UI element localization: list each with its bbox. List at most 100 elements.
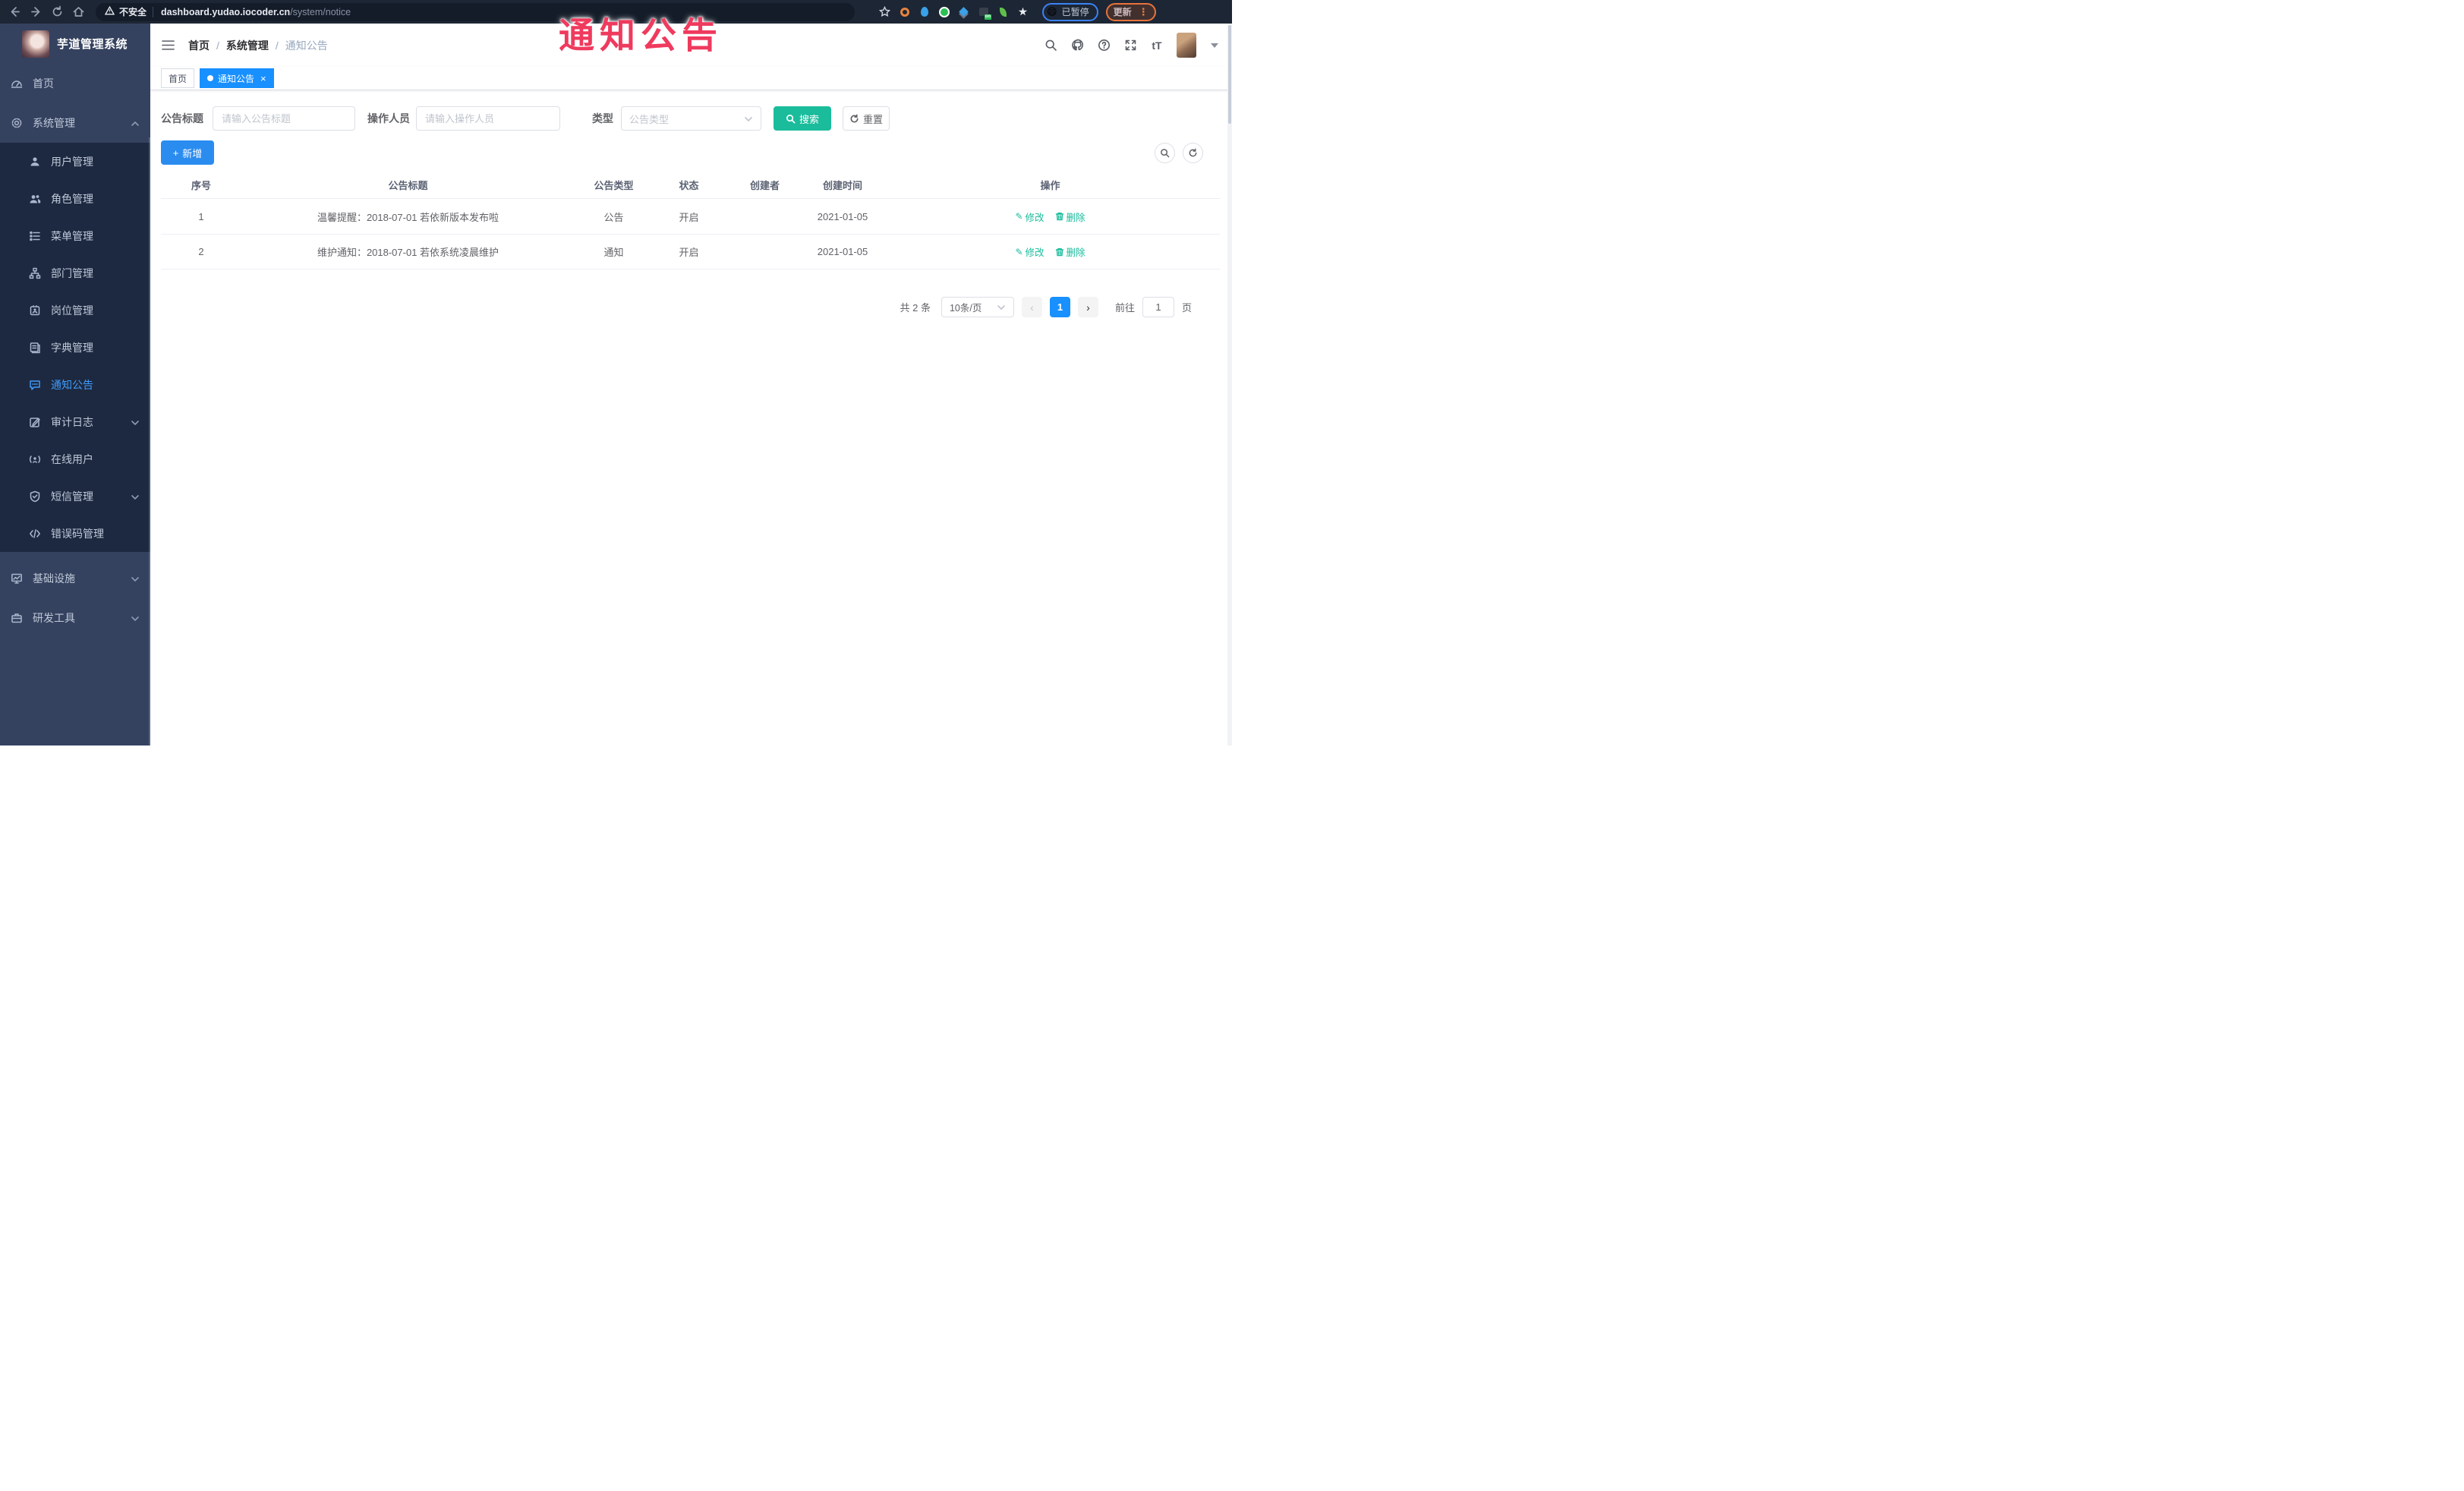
sidebar-item-label: 用户管理 (51, 155, 93, 168)
search-button[interactable]: 搜索 (774, 106, 831, 131)
scrollbar-thumb[interactable] (1228, 25, 1231, 124)
col-actions: 操作 (1040, 179, 1060, 191)
sidebar-item-menus[interactable]: 菜单管理 (0, 217, 150, 254)
browser-update-button[interactable]: 更新 ⋮ (1105, 2, 1156, 21)
edit-link[interactable]: ✎ 修改 (1015, 244, 1044, 259)
pagination: 共 2 条 10条/页 ‹ 1 › 前往 页 (161, 297, 1221, 317)
address-bar[interactable]: 不安全 dashboard.yudao.iocoder.cn /system/n… (96, 2, 855, 21)
font-size-icon[interactable]: tT (1150, 39, 1164, 52)
main-scrollbar[interactable] (1227, 24, 1232, 746)
badge-icon (29, 304, 41, 317)
browser-back-icon[interactable] (8, 5, 21, 18)
sidebar-item-notice[interactable]: 通知公告 (0, 366, 150, 403)
sidebar-item-users[interactable]: 用户管理 (0, 143, 150, 180)
sidebar-item-system[interactable]: 系统管理 (0, 103, 150, 143)
sidebar-item-dev-tools[interactable]: 研发工具 (0, 598, 150, 638)
sidebar-item-dictionary[interactable]: 字典管理 (0, 329, 150, 366)
refresh-button[interactable] (1183, 142, 1203, 163)
extension-database-icon[interactable]: on (978, 6, 991, 20)
col-no: 序号 (191, 179, 211, 191)
sidebar-item-home[interactable]: 首页 (0, 64, 150, 103)
cell-no: 1 (198, 210, 204, 222)
github-icon[interactable] (1070, 39, 1084, 52)
page-content: 公告标题 操作人员 类型 公告类型 搜索 (150, 90, 1232, 317)
breadcrumb-separator: / (275, 39, 279, 52)
type-select[interactable]: 公告类型 (621, 106, 761, 131)
not-secure-label[interactable]: 不安全 (119, 5, 147, 18)
chevron-down-icon (997, 303, 1006, 312)
sidebar-item-label: 部门管理 (51, 266, 93, 279)
breadcrumb-home[interactable]: 首页 (188, 38, 210, 53)
next-page-button[interactable]: › (1077, 297, 1098, 317)
cell-title: 温馨提醒：2018-07-01 若依新版本发布啦 (317, 211, 499, 223)
type-label: 类型 (592, 112, 613, 125)
chevron-up-icon (131, 118, 140, 128)
sidebar-item-posts[interactable]: 岗位管理 (0, 292, 150, 329)
sidebar-toggle-icon[interactable] (161, 39, 175, 52)
chevron-down-icon (744, 114, 753, 123)
extensions-puzzle-icon[interactable] (1017, 6, 1029, 17)
delete-link[interactable]: 删除 (1055, 244, 1085, 259)
breadcrumb-system[interactable]: 系统管理 (226, 38, 269, 53)
system-submenu: 用户管理 角色管理 菜单管理 部门管理 岗位管理 字典管理 通知公告 审计日志 … (0, 143, 150, 552)
operator-input[interactable] (416, 106, 560, 131)
page-number-1[interactable]: 1 (1049, 297, 1070, 317)
add-button[interactable]: + 新增 (161, 140, 214, 165)
goto-label: 前往 (1114, 302, 1135, 314)
operator-label: 操作人员 (367, 112, 410, 125)
avatar[interactable] (1177, 33, 1196, 58)
delete-link[interactable]: 删除 (1055, 210, 1085, 224)
monitor-icon (11, 572, 23, 585)
sidebar-item-label: 基础设施 (33, 572, 75, 585)
extension-blue-pin-icon[interactable] (918, 6, 930, 17)
browser-home-icon[interactable] (72, 5, 85, 18)
browser-menu-kebab-icon[interactable]: ⋮ (1139, 7, 1149, 17)
sidebar-item-online-users[interactable]: 在线用户 (0, 440, 150, 478)
pencil-icon: ✎ (1015, 211, 1023, 222)
url-path[interactable]: /system/notice (290, 7, 351, 17)
sidebar-item-audit-log[interactable]: 审计日志 (0, 403, 150, 440)
update-label[interactable]: 更新 (1114, 5, 1132, 18)
profile-paused-chip[interactable]: 😄 已暂停 (1042, 2, 1098, 21)
search-icon[interactable] (1044, 39, 1057, 52)
avatar-caret-icon[interactable] (1211, 43, 1218, 48)
tag-notice-active[interactable]: 通知公告 × (200, 68, 274, 88)
cell-type: 公告 (603, 211, 624, 223)
toggle-search-button[interactable] (1155, 142, 1175, 163)
chevron-down-icon (131, 418, 140, 427)
sidebar-item-departments[interactable]: 部门管理 (0, 254, 150, 292)
extension-orange-ring-icon[interactable] (899, 6, 910, 17)
sidebar-bottom-section: 基础设施 研发工具 (0, 552, 150, 638)
browser-forward-icon[interactable] (30, 5, 43, 18)
url-domain[interactable]: dashboard.yudao.iocoder.cn (161, 7, 290, 17)
sidebar-item-error-codes[interactable]: 错误码管理 (0, 515, 150, 552)
type-select-placeholder: 公告类型 (629, 113, 670, 125)
browser-reload-icon[interactable] (51, 5, 64, 18)
notice-title-input[interactable] (213, 106, 355, 131)
page-size-select[interactable]: 10条/页 (941, 297, 1014, 317)
sidebar-item-roles[interactable]: 角色管理 (0, 180, 150, 217)
bookmark-star-icon[interactable] (879, 6, 890, 17)
filter-form: 公告标题 操作人员 类型 公告类型 搜索 (161, 106, 1221, 131)
reset-button[interactable]: 重置 (843, 106, 890, 131)
sidebar-item-label: 首页 (33, 77, 54, 90)
org-tree-icon (29, 267, 41, 279)
cell-actions: ✎ 修改 删除 (881, 210, 1220, 224)
edit-log-icon (29, 416, 41, 428)
help-icon[interactable] (1097, 39, 1111, 52)
main-area: 首页 / 系统管理 / 通知公告 tT 首页 通知公告 × 公告标题 请输入公告… (150, 24, 1232, 746)
extension-green-circle-icon[interactable] (938, 6, 950, 17)
fullscreen-icon[interactable] (1123, 39, 1137, 52)
tag-close-icon[interactable]: × (260, 74, 266, 84)
tag-home[interactable]: 首页 (161, 68, 195, 88)
edit-link[interactable]: ✎ 修改 (1015, 210, 1044, 224)
prev-page-button[interactable]: ‹ (1021, 297, 1042, 317)
extension-green-leaf-icon[interactable] (997, 6, 1009, 17)
cell-created: 2021-01-05 (817, 246, 868, 257)
goto-page-input[interactable] (1142, 297, 1174, 317)
app-logo-row[interactable]: 芋道管理系统 (0, 24, 150, 64)
table-header-row: 序号 公告标题 公告类型 状态 创建者 创建时间 操作 (161, 171, 1220, 198)
sidebar-item-sms[interactable]: 短信管理 (0, 478, 150, 515)
extension-blue-diamond-icon[interactable] (958, 6, 969, 17)
sidebar-item-infrastructure[interactable]: 基础设施 (0, 559, 150, 598)
